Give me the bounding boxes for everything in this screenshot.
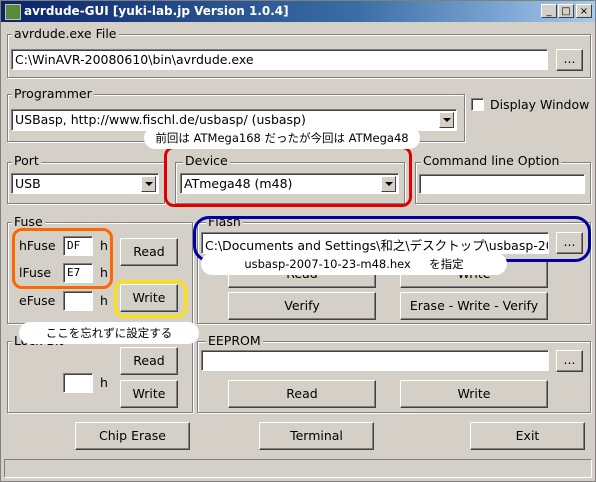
port-value: USB — [15, 176, 41, 191]
lockbit-write-button[interactable]: Write — [120, 380, 178, 408]
avrdude-path-field[interactable]: C:\WinAVR-20080610\bin\avrdude.exe — [11, 49, 548, 70]
flash-annotation: usbasp-2007-10-23-m48.hex を指定 — [201, 253, 507, 275]
chip-erase-button[interactable]: Chip Erase — [75, 422, 190, 450]
lockbit-field[interactable] — [63, 373, 93, 393]
efuse-field[interactable] — [63, 291, 93, 311]
port-select[interactable]: USB — [11, 173, 159, 194]
eeprom-browse-button[interactable]: ... — [556, 350, 583, 372]
flash-annotation-suffix: を指定 — [429, 257, 464, 271]
exit-button[interactable]: Exit — [470, 422, 585, 450]
fuse-annotation: ここを忘れずに設定する — [19, 322, 199, 344]
programmer-label: Programmer — [12, 86, 94, 101]
chevron-down-icon[interactable] — [141, 176, 156, 192]
eeprom-path-field[interactable] — [201, 350, 549, 371]
display-window-label: Display Window — [490, 97, 590, 112]
avrdude-browse-button[interactable]: ... — [556, 49, 583, 71]
eeprom-write-button[interactable]: Write — [400, 380, 548, 408]
main-window: avrdude-GUI [yuki-lab.jp Version 1.0.4] … — [0, 0, 596, 482]
fuse-label: Fuse — [12, 214, 45, 229]
lockbit-read-button[interactable]: Read — [120, 347, 178, 375]
lockbit-unit: h — [100, 375, 108, 390]
device-annotation: 前回は ATMega168 だったが今回は ATMega48 — [144, 127, 420, 149]
terminal-button[interactable]: Terminal — [259, 422, 374, 450]
maximize-button[interactable]: □ — [558, 4, 574, 18]
fuse-read-button[interactable]: Read — [120, 238, 178, 266]
flash-annotation-file: usbasp-2007-10-23-m48.hex — [244, 257, 411, 271]
close-button[interactable]: × — [576, 4, 592, 18]
command-line-field[interactable] — [419, 174, 585, 194]
title-bar[interactable]: avrdude-GUI [yuki-lab.jp Version 1.0.4] … — [1, 1, 595, 22]
programmer-value: USBasp, http://www.fischl.de/usbasp/ (us… — [15, 112, 306, 127]
efuse-unit: h — [100, 293, 108, 308]
command-line-label: Command line Option — [421, 153, 562, 168]
write-highlight-ring — [114, 280, 187, 318]
eeprom-read-button[interactable]: Read — [228, 380, 376, 408]
flash-verify-button[interactable]: Verify — [228, 292, 376, 320]
flash-erase-write-verify-button[interactable]: Erase - Write - Verify — [400, 292, 548, 320]
efuse-label: eFuse — [19, 293, 56, 308]
eeprom-label: EEPROM — [206, 333, 263, 348]
display-window-checkbox[interactable] — [471, 98, 484, 111]
chevron-down-icon[interactable] — [439, 112, 454, 128]
minimize-button[interactable]: _ — [541, 4, 557, 18]
window-title: avrdude-GUI [yuki-lab.jp Version 1.0.4] — [24, 4, 289, 18]
app-icon — [5, 4, 21, 20]
status-bar — [4, 459, 592, 478]
fuse-highlight-ring — [12, 228, 113, 289]
device-highlight-ring — [164, 146, 412, 207]
avrdude-file-label: avrdude.exe File — [12, 26, 119, 41]
port-label: Port — [12, 153, 41, 168]
